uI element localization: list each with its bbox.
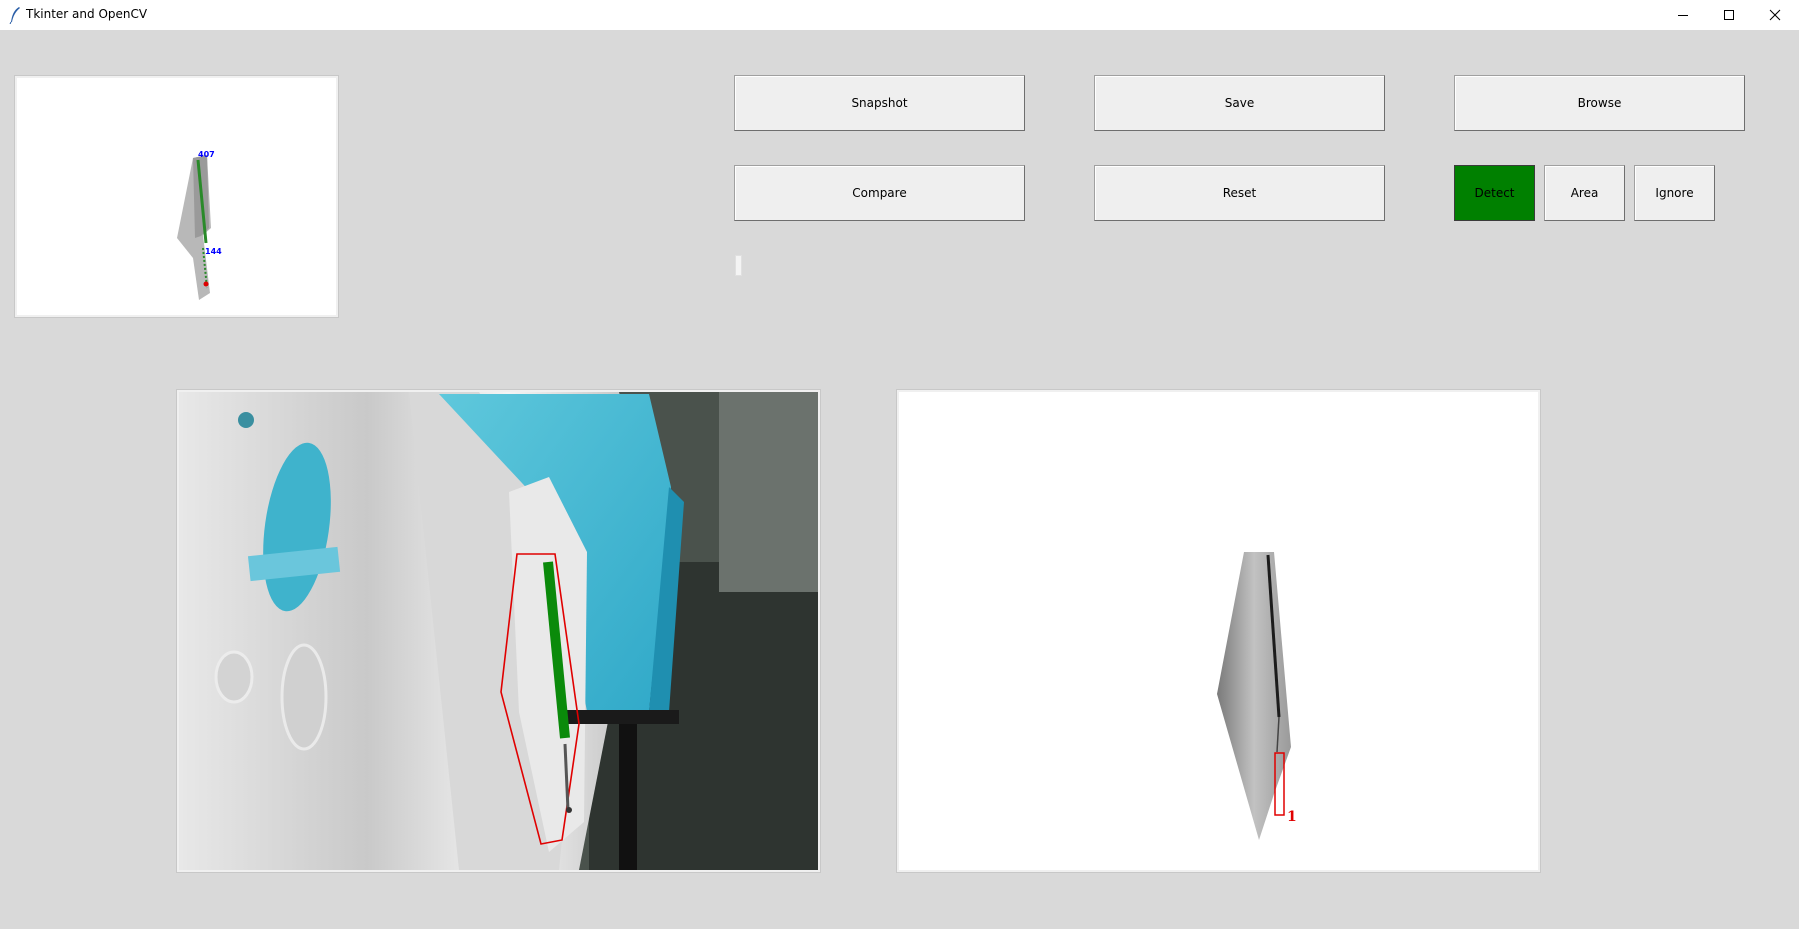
reset-button[interactable]: Reset	[1094, 165, 1385, 221]
maximize-icon	[1724, 10, 1734, 20]
thumb-label-top: 407	[198, 150, 215, 159]
result-image: 1	[1217, 552, 1297, 840]
minimize-button[interactable]	[1660, 0, 1706, 30]
window-title: Tkinter and OpenCV	[26, 7, 148, 21]
thumbnail-image: 407 144	[177, 150, 222, 300]
maximize-button[interactable]	[1706, 0, 1752, 30]
detect-button[interactable]: Detect	[1454, 165, 1535, 221]
result-preview: 1	[897, 390, 1540, 872]
close-icon	[1769, 9, 1781, 21]
thumb-label-bottom: 144	[205, 247, 222, 256]
close-button[interactable]	[1752, 0, 1798, 30]
camera-feed	[177, 390, 820, 872]
minimize-icon	[1678, 15, 1688, 16]
compare-button[interactable]: Compare	[734, 165, 1025, 221]
defect-label: 1	[1287, 809, 1297, 825]
snapshot-button[interactable]: Snapshot	[734, 75, 1025, 131]
feather-icon	[9, 7, 20, 24]
browse-button[interactable]: Browse	[1454, 75, 1745, 131]
camera-image	[179, 392, 818, 870]
progress-bar	[735, 255, 742, 276]
ignore-button[interactable]: Ignore	[1634, 165, 1715, 221]
thumbnail-preview: 407 144	[15, 76, 338, 317]
save-button[interactable]: Save	[1094, 75, 1385, 131]
area-button[interactable]: Area	[1544, 165, 1625, 221]
app-window: Tkinter and OpenCV 407 144 Snapshot Save…	[0, 0, 1799, 929]
title-bar: Tkinter and OpenCV	[0, 0, 1799, 30]
